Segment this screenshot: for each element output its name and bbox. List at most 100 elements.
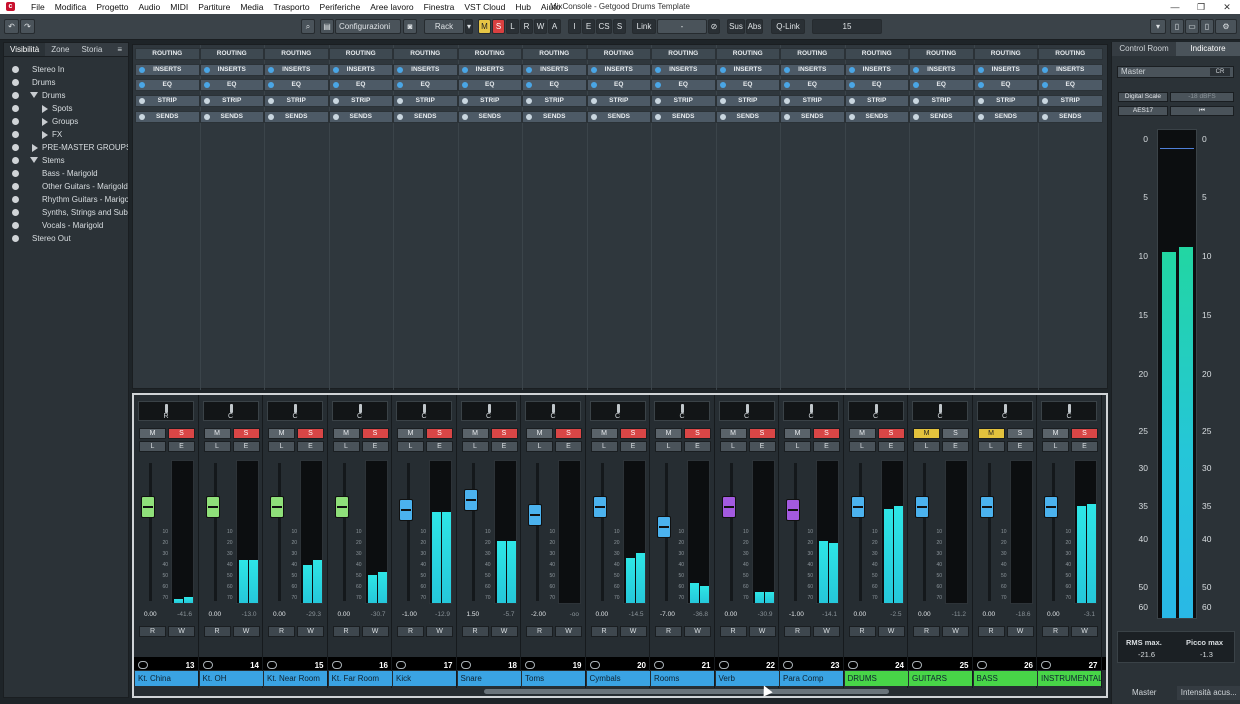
read-automation-button[interactable]: R — [655, 626, 682, 637]
link-icon[interactable] — [202, 661, 213, 669]
menu-item-3[interactable]: Audio — [134, 0, 166, 14]
rack-power-icon[interactable] — [1042, 113, 1048, 120]
fader-handle[interactable] — [786, 499, 800, 522]
rack-power-icon[interactable] — [977, 66, 984, 73]
mute-button[interactable]: M — [655, 428, 682, 439]
fader-track[interactable] — [600, 463, 604, 601]
write-automation-button[interactable]: W — [232, 626, 260, 637]
peak-value[interactable]: -12.9 — [435, 611, 450, 618]
fader-handle[interactable] — [334, 495, 349, 518]
rack-power-icon[interactable] — [590, 82, 597, 89]
rack-eq-cell[interactable]: EQ — [586, 79, 651, 92]
read-automation-button[interactable]: R — [784, 626, 811, 637]
mute-button[interactable]: M — [461, 428, 489, 439]
listen-button[interactable]: L — [461, 441, 489, 452]
menu-item-10[interactable]: Finestra — [419, 0, 460, 14]
rack-eq-cell[interactable]: EQ — [909, 79, 974, 92]
tree-item[interactable]: Spots — [4, 102, 128, 115]
pan-control[interactable]: C — [847, 401, 904, 421]
rack-inserts-cell[interactable]: INSERTS — [586, 63, 651, 76]
volume-value[interactable]: -2.00 — [531, 611, 546, 618]
rack-strip-cell[interactable]: STRIP — [393, 95, 458, 108]
channel-name[interactable]: Para Comp — [780, 671, 843, 686]
tab-history[interactable]: Storia — [75, 43, 108, 56]
volume-value[interactable]: 0.00 — [1047, 611, 1060, 618]
channel-name[interactable]: Cymbals — [586, 671, 650, 686]
rack-routing-cell[interactable]: ROUTING — [457, 48, 522, 60]
rack-power-icon[interactable] — [526, 113, 532, 120]
rack-power-icon[interactable] — [784, 113, 790, 120]
channel-name[interactable]: INSTRUMENTAL — [1038, 671, 1101, 686]
peak-value[interactable]: -14.1 — [822, 611, 837, 618]
fader-track[interactable] — [149, 463, 152, 601]
edit-button[interactable]: E — [684, 441, 711, 452]
rack-strip-cell[interactable]: STRIP — [199, 95, 264, 108]
right-zone-icon[interactable]: ▯ — [1200, 19, 1214, 34]
rack-eq-cell[interactable]: EQ — [135, 79, 200, 92]
pan-control[interactable]: C — [654, 401, 710, 421]
rack-sends-cell[interactable]: SENDS — [1038, 110, 1103, 123]
pan-knob-icon[interactable] — [165, 404, 168, 413]
listen-button[interactable]: L — [913, 441, 940, 452]
solo-button[interactable]: S — [232, 428, 260, 439]
read-automation-button[interactable]: R — [848, 626, 876, 637]
rack-eq-cell[interactable]: EQ — [780, 79, 845, 92]
dbfs-button[interactable]: -18 dBFS — [1170, 92, 1234, 102]
volume-value[interactable]: -7.00 — [660, 611, 675, 618]
pan-knob-icon[interactable] — [487, 404, 491, 413]
ies-button-s[interactable]: S — [613, 19, 626, 34]
read-automation-button[interactable]: R — [1042, 626, 1069, 637]
write-automation-button[interactable]: W — [297, 626, 324, 637]
channel-name[interactable]: Kt. Far Room — [328, 671, 392, 686]
mute-button[interactable]: M — [913, 428, 940, 439]
fader-track[interactable] — [729, 463, 733, 601]
link-icon[interactable] — [331, 661, 342, 669]
solo-button[interactable]: S — [748, 428, 776, 439]
rack-strip-cell[interactable]: STRIP — [844, 95, 909, 108]
read-automation-button[interactable]: R — [397, 626, 424, 637]
rack-power-icon[interactable] — [332, 98, 339, 105]
fader-track[interactable] — [987, 463, 991, 601]
mute-button[interactable]: M — [139, 428, 166, 439]
rack-arrow-icon[interactable]: ▾ — [465, 19, 473, 34]
rack-sends-cell[interactable]: SENDS — [393, 110, 458, 123]
rack-power-icon[interactable] — [526, 66, 532, 73]
read-automation-button[interactable]: R — [913, 626, 940, 637]
pan-knob-icon[interactable] — [294, 404, 297, 413]
fader-track[interactable] — [794, 463, 797, 601]
write-automation-button[interactable]: W — [748, 626, 776, 637]
volume-value[interactable]: 0.00 — [338, 611, 351, 618]
listen-button[interactable]: L — [848, 441, 876, 452]
listen-button[interactable]: L — [268, 441, 295, 452]
visibility-dot-icon[interactable] — [12, 235, 19, 242]
write-automation-button[interactable]: W — [426, 626, 453, 637]
fader-handle[interactable] — [270, 495, 284, 518]
solo-button[interactable]: S — [877, 428, 905, 439]
peak-value[interactable]: -oo — [570, 611, 579, 618]
rack-sends-cell[interactable]: SENDS — [522, 110, 587, 123]
rack-sends-cell[interactable]: SENDS — [715, 110, 780, 123]
pan-knob-icon[interactable] — [939, 404, 942, 413]
channel-count[interactable]: 15 — [812, 19, 882, 34]
visibility-dot-icon[interactable] — [12, 92, 19, 99]
solo-button[interactable]: S — [1006, 428, 1034, 439]
expand-down-icon[interactable] — [30, 92, 38, 98]
rack-inserts-cell[interactable]: INSERTS — [651, 63, 716, 76]
settings-gear-icon[interactable]: ⚙ — [1215, 19, 1237, 34]
write-automation-button[interactable]: W — [490, 626, 518, 637]
rack-eq-cell[interactable]: EQ — [844, 79, 909, 92]
visibility-dot-icon[interactable] — [12, 222, 19, 229]
fader-track[interactable] — [1052, 463, 1055, 601]
edit-button[interactable]: E — [877, 441, 905, 452]
peak-value[interactable]: -29.3 — [306, 611, 321, 618]
pan-control[interactable]: C — [396, 401, 452, 421]
tree-item[interactable]: FX — [4, 128, 128, 141]
pan-control[interactable]: C — [460, 401, 517, 421]
solo-button[interactable]: S — [168, 428, 195, 439]
mute-button[interactable]: M — [526, 428, 553, 439]
rack-strip-cell[interactable]: STRIP — [264, 95, 329, 108]
rack-power-icon[interactable] — [139, 113, 145, 120]
abs-button[interactable]: Abs — [746, 19, 763, 34]
fader-track[interactable] — [471, 463, 475, 601]
rack-eq-cell[interactable]: EQ — [264, 79, 329, 92]
